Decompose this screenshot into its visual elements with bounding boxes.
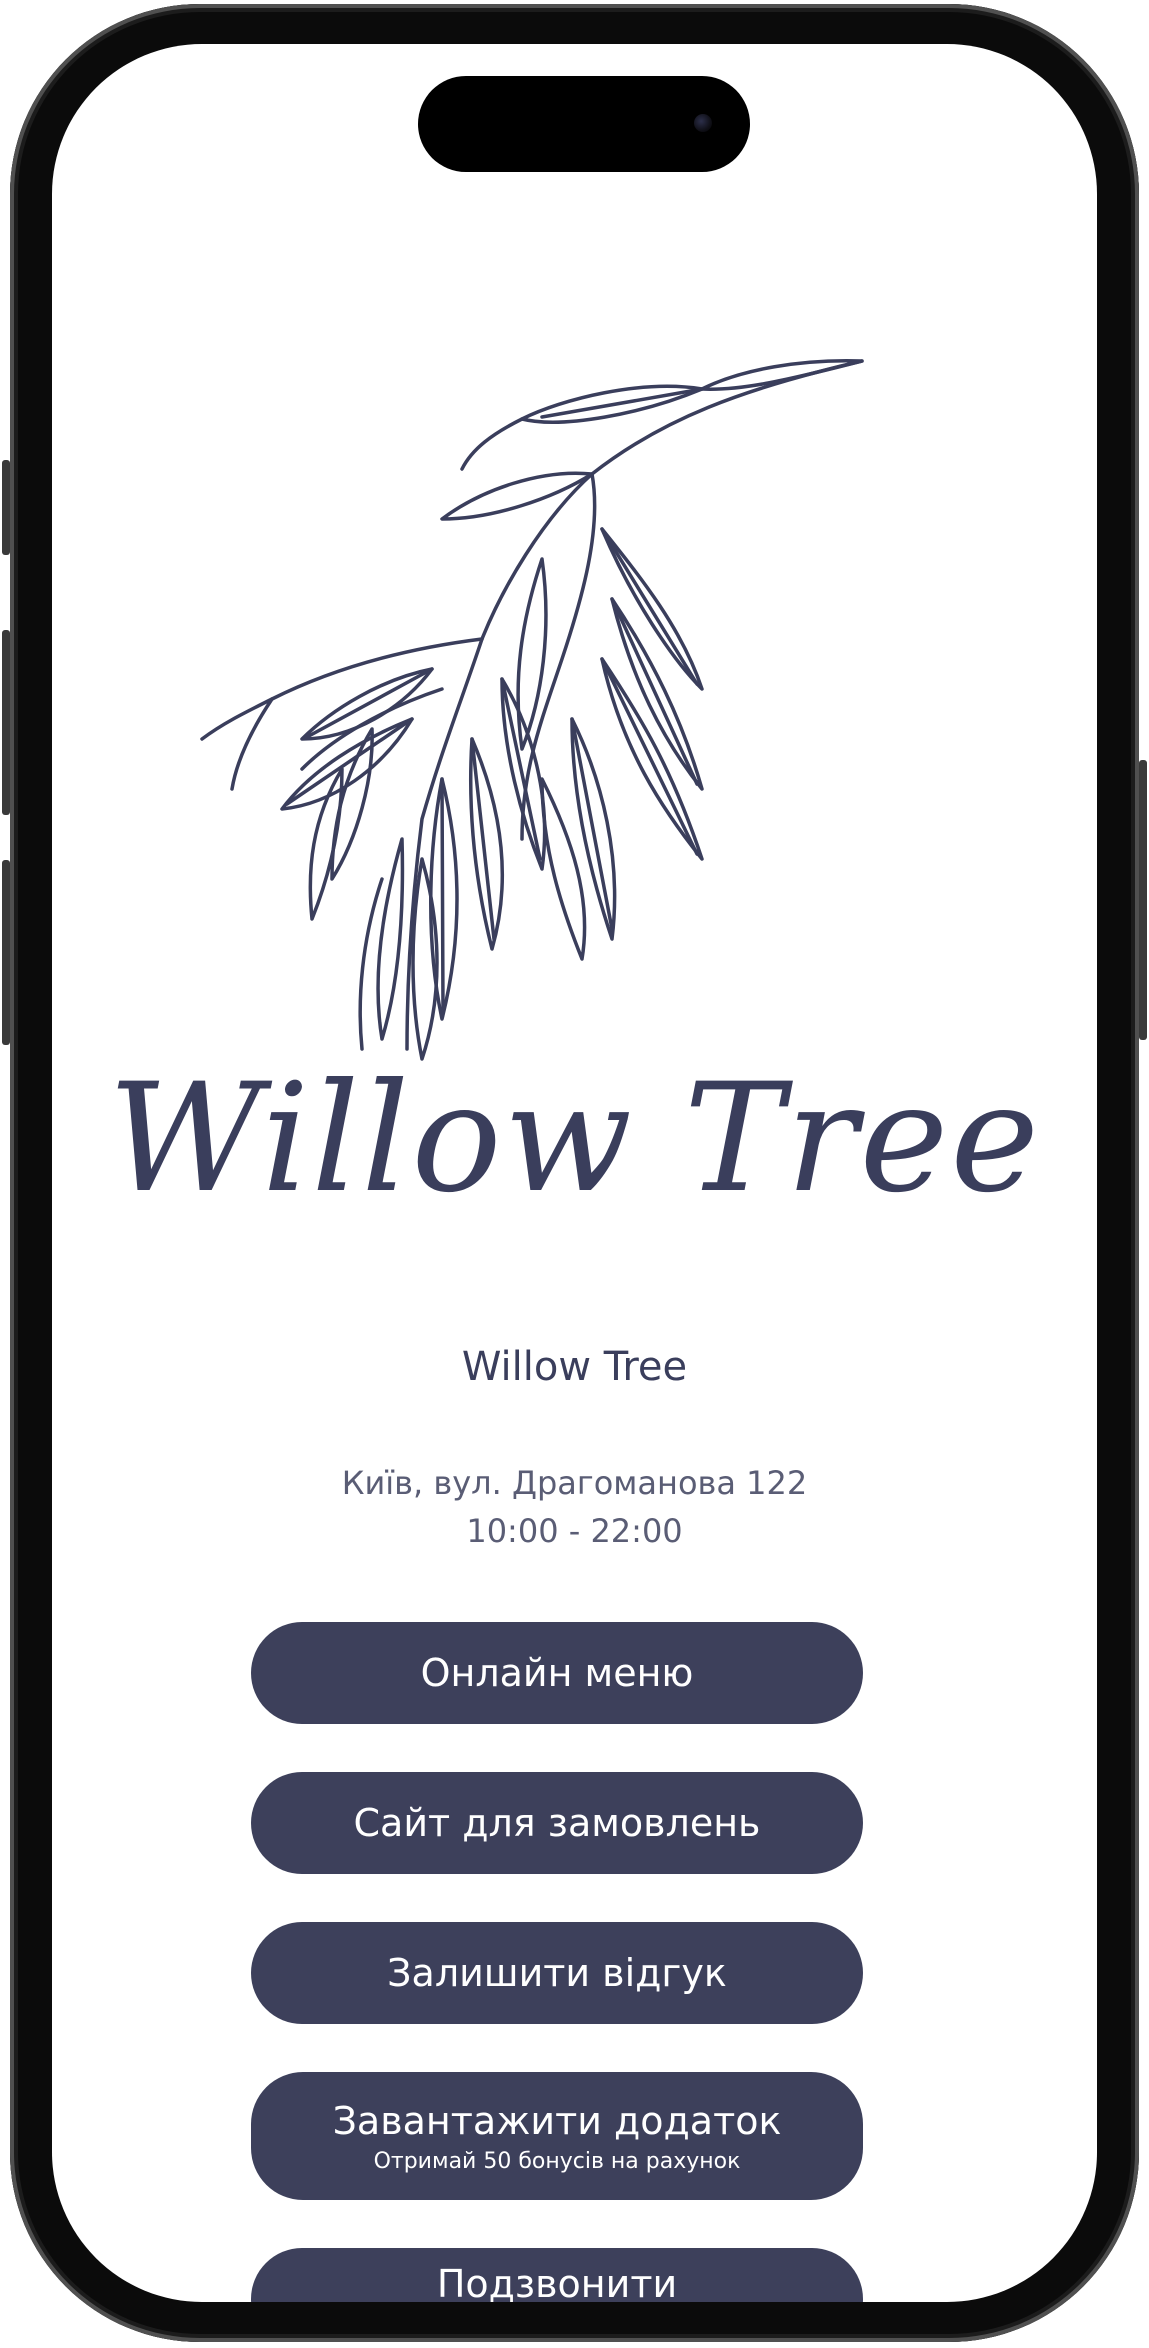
power-button — [1139, 760, 1147, 1040]
venue-address: Київ, вул. Драгоманова 122 — [341, 1464, 808, 1502]
venue-hours: 10:00 - 22:00 — [466, 1512, 683, 1550]
download-app-sublabel: Отримай 50 бонусів на рахунок — [373, 2148, 741, 2174]
page: Willow Tree Willow Tree Київ, вул. Драго… — [0, 0, 1149, 2348]
dynamic-island — [418, 76, 750, 172]
online-menu-label: Онлайн меню — [420, 1651, 694, 1695]
action-button — [2, 460, 10, 555]
leave-review-label: Залишити відгук — [387, 1951, 727, 1995]
call-button[interactable]: Подзвонити — [251, 2248, 863, 2302]
download-app-button[interactable]: Завантажити додаток Отримай 50 бонусів н… — [251, 2072, 863, 2200]
order-site-button[interactable]: Сайт для замовлень — [251, 1772, 863, 1874]
volume-up-button — [2, 630, 10, 815]
leave-review-button[interactable]: Залишити відгук — [251, 1922, 863, 2024]
phone-screen: Willow Tree Willow Tree Київ, вул. Драго… — [52, 44, 1097, 2302]
phone-frame: Willow Tree Willow Tree Київ, вул. Драго… — [10, 4, 1139, 2342]
download-app-label: Завантажити додаток — [332, 2098, 782, 2143]
camera-icon — [694, 114, 712, 132]
wordmark-logo: Willow Tree — [107, 1052, 1042, 1226]
call-label: Подзвонити — [436, 2262, 678, 2302]
volume-down-button — [2, 860, 10, 1045]
venue-name: Willow Tree — [461, 1344, 688, 1390]
online-menu-button[interactable]: Онлайн меню — [251, 1622, 863, 1724]
order-site-label: Сайт для замовлень — [353, 1801, 761, 1845]
